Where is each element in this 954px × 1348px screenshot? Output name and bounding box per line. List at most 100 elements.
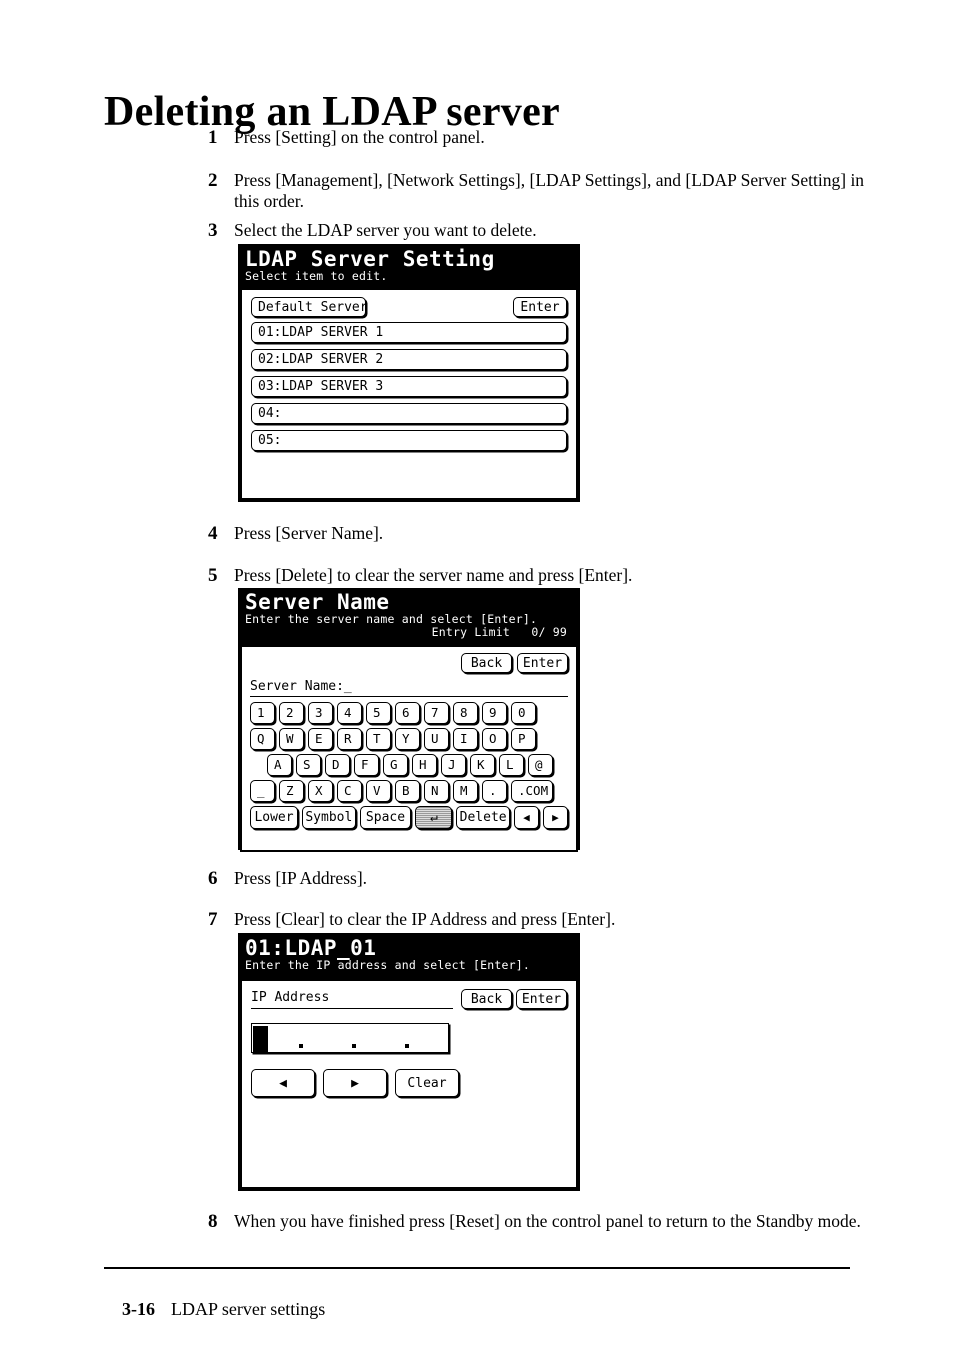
key-at[interactable]: @: [528, 754, 553, 776]
key-y[interactable]: Y: [395, 728, 420, 750]
key-a[interactable]: A: [267, 754, 292, 776]
server-name-input[interactable]: Server Name:_: [250, 679, 568, 697]
step-4-text: Press [Server Name].: [234, 523, 384, 543]
key-q[interactable]: Q: [250, 728, 275, 750]
list-item[interactable]: 03:LDAP SERVER 3: [251, 376, 567, 397]
footer-section-label: LDAP server settings: [171, 1299, 326, 1319]
keyboard-row-numbers: 1 2 3 4 5 6 7 8 9 0: [250, 702, 568, 724]
enter-button[interactable]: Enter: [513, 297, 567, 317]
step-3-text: Select the LDAP server you want to delet…: [234, 220, 537, 240]
page-number: 3-16: [122, 1299, 155, 1319]
step-8-number: 8: [208, 1211, 218, 1232]
key-7[interactable]: 7: [424, 702, 449, 724]
key-period[interactable]: .: [482, 780, 507, 802]
default-server-button[interactable]: Default Server: [251, 297, 368, 317]
symbol-button[interactable]: Symbol: [302, 806, 356, 829]
list-item[interactable]: 04:: [251, 403, 567, 424]
step-6-text: Press [IP Address].: [234, 868, 368, 888]
list-item[interactable]: 05:: [251, 430, 567, 451]
key-k[interactable]: K: [470, 754, 495, 776]
footer: 3-16 LDAP server settings: [104, 1278, 325, 1341]
step-4: 4 Press [Server Name].: [208, 523, 868, 544]
key-z[interactable]: Z: [279, 780, 304, 802]
step-1: 1 Press [Setting] on the control panel.: [208, 127, 868, 148]
ip-address-label: IP Address: [251, 990, 453, 1009]
text-cursor: [253, 1026, 268, 1052]
key-0[interactable]: 0: [511, 702, 536, 724]
key-n[interactable]: N: [424, 780, 449, 802]
key-r[interactable]: R: [337, 728, 362, 750]
panel2-header: Server Name Enter the server name and se…: [240, 590, 578, 647]
key-b[interactable]: B: [395, 780, 420, 802]
keyboard-row-zxcv: _ Z X C V B N M . .COM: [250, 780, 568, 802]
key-e[interactable]: E: [308, 728, 333, 750]
key-f[interactable]: F: [354, 754, 379, 776]
step-1-number: 1: [208, 127, 218, 148]
panel3-body: IP Address Back Enter ◀ ▶ Clear: [240, 981, 578, 1189]
panel3-button-group: Back Enter: [461, 989, 567, 1009]
key-g[interactable]: G: [383, 754, 408, 776]
key-6[interactable]: 6: [395, 702, 420, 724]
key-underscore[interactable]: _: [250, 780, 275, 802]
return-icon[interactable]: ↵: [415, 806, 453, 829]
panel1-top-row: Default Server Enter: [251, 297, 567, 317]
step-6-number: 6: [208, 868, 218, 889]
back-button[interactable]: Back: [461, 989, 512, 1009]
list-item[interactable]: 02:LDAP SERVER 2: [251, 349, 567, 370]
lcd-panel-ldap-01: 01:LDAP_01 Enter the IP address and sele…: [238, 933, 580, 1191]
key-d[interactable]: D: [325, 754, 350, 776]
key-x[interactable]: X: [308, 780, 333, 802]
lcd-panel-ldap-server-setting: LDAP Server Setting Select item to edit.…: [238, 244, 580, 502]
key-p[interactable]: P: [511, 728, 536, 750]
document-page: Deleting an LDAP server 1 Press [Setting…: [0, 0, 954, 1348]
key-l[interactable]: L: [499, 754, 524, 776]
key-5[interactable]: 5: [366, 702, 391, 724]
key-9[interactable]: 9: [482, 702, 507, 724]
arrow-left-icon[interactable]: ◀: [513, 806, 539, 829]
back-button[interactable]: Back: [461, 653, 512, 673]
key-t[interactable]: T: [366, 728, 391, 750]
step-5-number: 5: [208, 565, 218, 586]
key-w[interactable]: W: [279, 728, 304, 750]
key-i[interactable]: I: [453, 728, 478, 750]
step-8-text: When you have finished press [Reset] on …: [234, 1211, 861, 1231]
lcd-panel-server-name: Server Name Enter the server name and se…: [238, 588, 580, 852]
lower-button[interactable]: Lower: [250, 806, 299, 829]
key-2[interactable]: 2: [279, 702, 304, 724]
key-o[interactable]: O: [482, 728, 507, 750]
delete-button[interactable]: Delete: [456, 806, 510, 829]
key-1[interactable]: 1: [250, 702, 275, 724]
ip-dot-icon: [298, 1044, 303, 1048]
step-5: 5 Press [Delete] to clear the server nam…: [208, 565, 868, 586]
panel1-body: Default Server Enter 01:LDAP SERVER 1 02…: [240, 290, 578, 500]
step-2-number: 2: [208, 170, 218, 191]
key-u[interactable]: U: [424, 728, 449, 750]
step-7-text: Press [Clear] to clear the IP Address an…: [234, 909, 616, 929]
key-s[interactable]: S: [296, 754, 321, 776]
list-item[interactable]: 01:LDAP SERVER 1: [251, 322, 567, 343]
key-h[interactable]: H: [412, 754, 437, 776]
arrow-right-icon[interactable]: ▶: [542, 806, 568, 829]
enter-button[interactable]: Enter: [516, 989, 567, 1009]
arrow-left-icon[interactable]: ◀: [251, 1069, 315, 1097]
ip-octet-separators: [268, 1044, 448, 1052]
key-3[interactable]: 3: [308, 702, 333, 724]
key-m[interactable]: M: [453, 780, 478, 802]
key-4[interactable]: 4: [337, 702, 362, 724]
ip-address-input[interactable]: [251, 1023, 449, 1053]
step-2-text: Press [Management], [Network Settings], …: [234, 170, 865, 211]
step-3: 3 Select the LDAP server you want to del…: [208, 220, 868, 241]
arrow-right-icon[interactable]: ▶: [323, 1069, 387, 1097]
space-button[interactable]: Space: [359, 806, 412, 829]
key-dot-com[interactable]: .COM: [511, 780, 553, 802]
key-j[interactable]: J: [441, 754, 466, 776]
clear-button[interactable]: Clear: [395, 1069, 459, 1097]
step-4-number: 4: [208, 523, 218, 544]
key-v[interactable]: V: [366, 780, 391, 802]
step-7-number: 7: [208, 909, 218, 930]
enter-button[interactable]: Enter: [517, 653, 568, 673]
keyboard-row-qwerty: Q W E R T Y U I O P: [250, 728, 568, 750]
key-8[interactable]: 8: [453, 702, 478, 724]
panel3-top-row: IP Address Back Enter: [251, 989, 567, 1009]
key-c[interactable]: C: [337, 780, 362, 802]
